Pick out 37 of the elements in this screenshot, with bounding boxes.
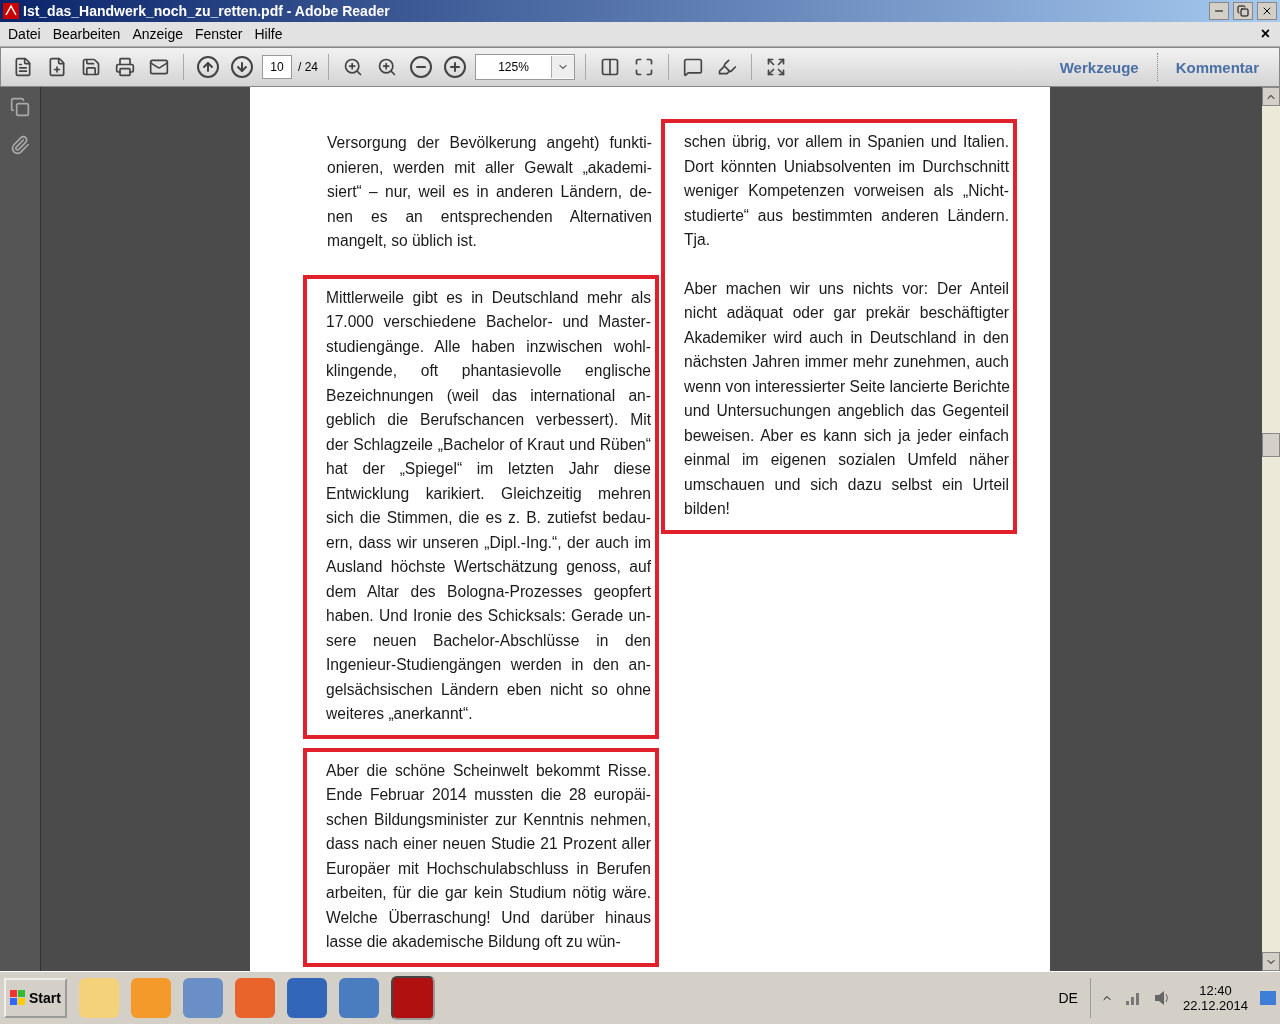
- tool-pane-link[interactable]: Kommentar: [1163, 58, 1271, 76]
- paragraph: Mittlerweile gibt es in Deutschland mehr als 17.000 verschiedene Bachelor- und Master- studiengänge. Alle haben inzwischen wohl- klingende, oft phantasievolle englische Bezeichnungen (weil das international an- geblich die Berufschancen verbessert). Mit der Schlagzeile „Bachelor of Kraut und Rüben“ hat der „Spiegel“ im letzten Jahr diese Entwicklung karikiert. Gleichzeitig mehren sich die Stimmen, die es z. B. zutiefst bedau- ern, dass wir unseren „Dipl.-Ing.“, der auch im Ausland höchste Wertschätzung genoss, auf dem Altar des Bologna-Prozesses geopfert haben. Und Ironie des Schicksals: Gerade un- sere neuen Bachelor-Abschlüsse in den Ingenieur-Studiengängen werden in den an- gelsächsischen Ländern eben nicht so ohne weiteres „anerkannt“.: [326, 287, 651, 724]
- paragraph: Aber machen wir uns nichts vor: Der Anteil nicht adäquat oder gar prekär beschäftigter Akademiker wird auch in Deutschland in den nächsten Jahren immer mehr zunehmen, auch wenn von interessierter Seite lancierte Berichte und Untersuchungen angeblich das Gegenteil beweisen. Aber es kann sich ja jeder einfach einmal im eigenen sozialen Umfeld näher umschauen und sich dazu selbst ein Urteil bilden!: [684, 278, 1009, 519]
- paragraph: schen übrig, vor allem in Spanien und Italien. Dort könnten Uniabsolventen im Durchschnitt weniger Kompetenzen vorweisen als „Nicht- studierte“ aus bestimmten anderen Ländern. Tja.: [684, 132, 1009, 250]
- language-indicator[interactable]: DE: [1058, 990, 1078, 1006]
- four-squares-icon: [10, 990, 26, 1006]
- page-total: / 24: [298, 60, 318, 74]
- signal-icon[interactable]: [1124, 991, 1141, 1005]
- pdf-app-icon: [3, 3, 19, 19]
- arrow-up-icon[interactable]: [194, 53, 222, 81]
- page-number-field[interactable]: 10: [262, 55, 292, 79]
- menu-item[interactable]: Bearbeiten: [48, 26, 129, 42]
- close-document-button[interactable]: ×: [1260, 25, 1276, 43]
- minimize-button[interactable]: [1209, 2, 1229, 20]
- close-button[interactable]: [1257, 2, 1277, 20]
- zoom-dropdown[interactable]: 125%: [475, 54, 575, 80]
- paperclip-icon[interactable]: [10, 135, 30, 155]
- restore-button[interactable]: [1233, 2, 1253, 20]
- arrow-down-icon[interactable]: [228, 53, 256, 81]
- paragraph: Versorgung der Bevölkerung angeht) funkti- onieren, werden mit aller Gewalt „akademi- siert“ – nur, weil es in anderen Ländern, de- nen es an entsprechenden Alternativen mangelt, so üblich ist.: [327, 133, 652, 251]
- clock[interactable]: 12:40 22.12.2014: [1182, 983, 1248, 1013]
- speaker-icon[interactable]: [1152, 990, 1171, 1006]
- window-title: Ist_das_Handwerk_noch_zu_retten.pdf - Adobe Reader: [23, 3, 391, 19]
- zoom-out-icon[interactable]: [407, 53, 435, 81]
- menu-item[interactable]: Fenster: [191, 26, 251, 42]
- menu-item[interactable]: Datei: [4, 26, 49, 42]
- menu-item[interactable]: Anzeige: [128, 26, 191, 42]
- scrollbar[interactable]: [1262, 87, 1280, 971]
- zoom-in-icon[interactable]: [441, 53, 469, 81]
- close-icon: [1261, 5, 1273, 17]
- start-button[interactable]: Start: [4, 978, 67, 1018]
- pages-icon[interactable]: [10, 97, 30, 117]
- restore-icon: [1237, 5, 1249, 17]
- scroll-thumb[interactable]: [1262, 433, 1280, 457]
- menu-item[interactable]: Hilfe: [250, 26, 291, 42]
- paragraph: Aber die schöne Scheinwelt bekommt Risse. Ende Februar 2014 mussten die 28 europäi- schen Bildungsminister zur Kenntnis nehmen, dass nach einer neuen Studie 21 Prozent aller Europäer mit Hochschulabschluss in Berufen arbeiten, für die gar kein Studium nötig wäre. Welche Überraschung! Und darüber hinaus lasse die akademische Bildung oft zu wün-: [326, 760, 651, 952]
- tool-pane-link[interactable]: Werkzeuge: [1047, 58, 1151, 76]
